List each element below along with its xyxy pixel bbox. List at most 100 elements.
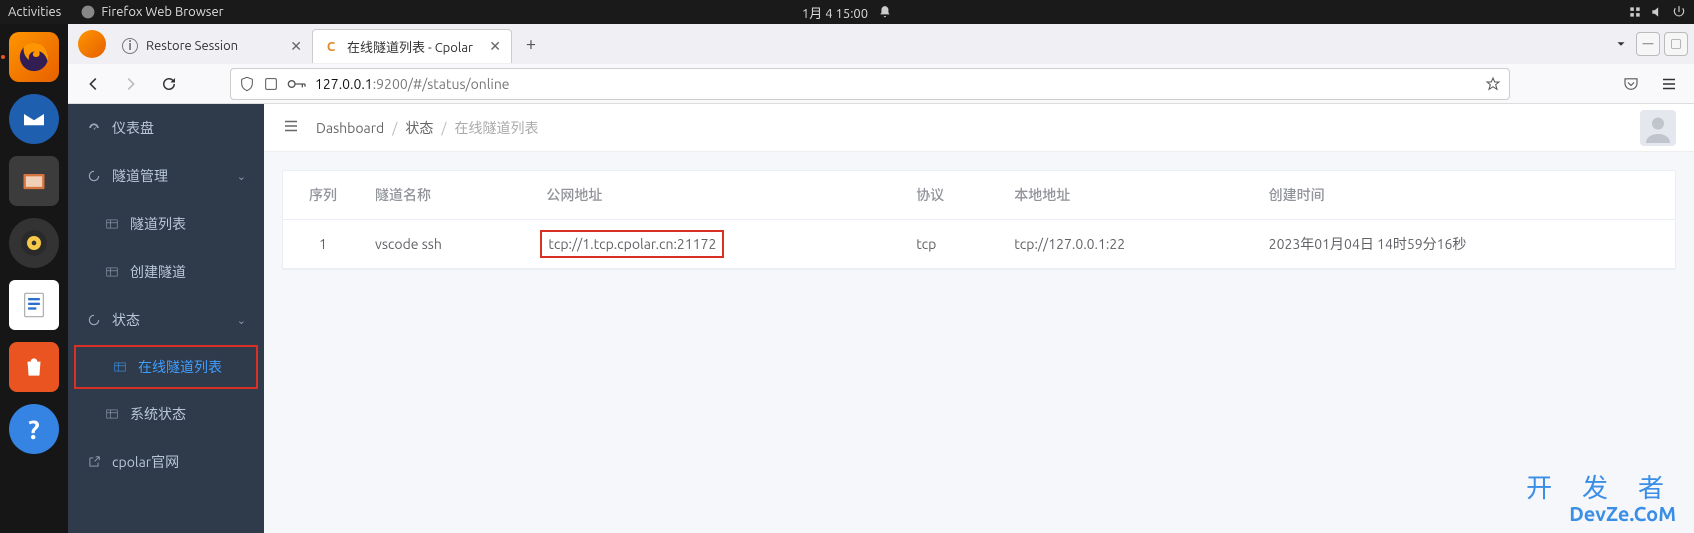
power-icon (1672, 5, 1686, 19)
dock-help[interactable]: ? (9, 404, 59, 454)
sidebar-item-cpolar-site[interactable]: cpolar官网 (68, 438, 264, 486)
table-header-row: 序列 隧道名称 公网地址 协议 本地地址 创建时间 (283, 171, 1675, 220)
cell-seq: 1 (283, 220, 363, 269)
breadcrumb-separator: / (441, 120, 446, 136)
sidebar-item-status[interactable]: 状态 ⌄ (68, 296, 264, 344)
table-icon (104, 264, 120, 280)
active-app-indicator[interactable]: Firefox Web Browser (81, 5, 223, 19)
reload-button[interactable] (152, 67, 186, 101)
table-icon (104, 216, 120, 232)
arrow-right-icon (122, 75, 140, 93)
firefox-window: i Restore Session ✕ C 在线隧道列表 - Cpolar ✕ … (68, 24, 1694, 533)
breadcrumb-dashboard[interactable]: Dashboard (316, 120, 384, 136)
sidebar-item-system-status[interactable]: 系统状态 (68, 390, 264, 438)
tab-cpolar[interactable]: C 在线隧道列表 - Cpolar ✕ (312, 29, 512, 63)
thunderbird-icon (19, 104, 49, 134)
reload-icon (160, 75, 178, 93)
sidebar-toggle-button[interactable] (282, 117, 302, 138)
sidebar-item-tunnel-create[interactable]: 创建隧道 (68, 248, 264, 296)
table-icon (112, 359, 128, 375)
permissions-icon[interactable] (263, 76, 279, 92)
url-bar[interactable]: 127.0.0.1:9200/#/status/online (230, 68, 1510, 100)
bookmark-star-icon[interactable] (1485, 76, 1501, 92)
col-seq: 序列 (283, 171, 363, 220)
arrow-left-icon (84, 75, 102, 93)
highlighted-public-url: tcp://1.tcp.cpolar.cn:21172 (540, 230, 724, 258)
gnome-top-bar: Activities Firefox Web Browser 1月 4 15:0… (0, 0, 1694, 24)
sidebar-item-tunnel-mgmt[interactable]: 隧道管理 ⌄ (68, 152, 264, 200)
navigation-toolbar: 127.0.0.1:9200/#/status/online (68, 64, 1694, 104)
volume-icon (1650, 5, 1664, 19)
tab-title: Restore Session (146, 39, 238, 53)
cell-name: vscode ssh (363, 220, 534, 269)
sidebar-item-online-tunnels[interactable]: 在线隧道列表 (74, 345, 258, 389)
tab-title: 在线隧道列表 - Cpolar (347, 37, 473, 56)
shield-icon[interactable] (239, 76, 255, 92)
close-tab-icon[interactable]: ✕ (489, 38, 501, 55)
sidebar-label: 系统状态 (130, 404, 186, 424)
help-icon: ? (28, 415, 39, 444)
sidebar-item-dashboard[interactable]: 仪表盘 (68, 104, 264, 152)
cell-local: tcp://127.0.0.1:22 (1002, 220, 1256, 269)
back-button[interactable] (76, 67, 110, 101)
speaker-icon (20, 229, 48, 257)
dock-thunderbird[interactable] (9, 94, 59, 144)
circle-notch-icon (86, 312, 102, 328)
save-to-pocket-button[interactable] (1614, 67, 1648, 101)
dock-ubuntu-software[interactable] (9, 342, 59, 392)
tunnel-table: 序列 隧道名称 公网地址 协议 本地地址 创建时间 1 vscode ssh t (282, 170, 1676, 270)
document-icon (20, 291, 48, 319)
chevron-down-icon (1614, 37, 1628, 51)
cpolar-main: Dashboard / 状态 / 在线隧道列表 序列 隧道名称 (264, 104, 1694, 533)
dock-rhythmbox[interactable] (9, 218, 59, 268)
window-controls: ― □ (1636, 32, 1688, 56)
dock-libreoffice-writer[interactable] (9, 280, 59, 330)
firefox-small-icon (81, 5, 95, 19)
url-text: 127.0.0.1:9200/#/status/online (315, 76, 510, 92)
cpolar-sidebar: 仪表盘 隧道管理 ⌄ 隧道列表 创建隧道 状态 ⌄ 在线隧 (68, 104, 264, 533)
sidebar-label: cpolar官网 (112, 452, 179, 472)
app-menu-button[interactable] (1652, 67, 1686, 101)
cell-proto: tcp (904, 220, 1002, 269)
system-status-area[interactable] (1628, 5, 1686, 19)
clock[interactable]: 1月 4 15:00 (802, 3, 868, 22)
breadcrumb-current: 在线隧道列表 (455, 118, 539, 138)
sidebar-label: 隧道管理 (112, 166, 168, 186)
firefox-icon (17, 40, 51, 74)
watermark-line2: DevZe.CoM (1526, 503, 1676, 525)
breadcrumb-status[interactable]: 状态 (405, 118, 433, 138)
tab-restore-session[interactable]: i Restore Session ✕ (112, 29, 312, 63)
watermark-line1: 开 发 者 (1526, 474, 1676, 503)
maximize-button[interactable]: □ (1664, 32, 1688, 56)
avatar-icon (1640, 110, 1676, 146)
active-app-name: Firefox Web Browser (101, 5, 223, 19)
sidebar-label: 仪表盘 (112, 118, 154, 138)
hamburger-icon (1660, 75, 1678, 93)
dock-files[interactable] (9, 156, 59, 206)
firefox-logo-icon (78, 30, 106, 58)
info-icon: i (122, 38, 138, 54)
forward-button[interactable] (114, 67, 148, 101)
gauge-icon (86, 120, 102, 136)
activities-button[interactable]: Activities (8, 5, 61, 19)
chevron-down-icon: ⌄ (237, 170, 246, 183)
chevron-down-icon: ⌄ (237, 314, 246, 327)
close-tab-icon[interactable]: ✕ (290, 38, 302, 55)
dock-firefox[interactable] (9, 32, 59, 82)
menu-fold-icon (282, 117, 300, 135)
table-row[interactable]: 1 vscode ssh tcp://1.tcp.cpolar.cn:21172… (283, 220, 1675, 269)
notification-bell-icon[interactable] (878, 5, 892, 19)
sidebar-item-tunnel-list[interactable]: 隧道列表 (68, 200, 264, 248)
pocket-icon (1622, 75, 1640, 93)
cell-created: 2023年01月04日 14时59分16秒 (1257, 220, 1675, 269)
tab-overflow-button[interactable] (1606, 37, 1636, 51)
key-icon (287, 76, 307, 92)
sidebar-label: 创建隧道 (130, 262, 186, 282)
user-avatar[interactable] (1640, 110, 1676, 146)
files-icon (20, 167, 48, 195)
new-tab-button[interactable]: + (516, 29, 546, 59)
network-icon (1628, 5, 1642, 19)
col-created: 创建时间 (1257, 171, 1675, 220)
page-content: 仪表盘 隧道管理 ⌄ 隧道列表 创建隧道 状态 ⌄ 在线隧 (68, 104, 1694, 533)
minimize-button[interactable]: ― (1636, 32, 1660, 56)
